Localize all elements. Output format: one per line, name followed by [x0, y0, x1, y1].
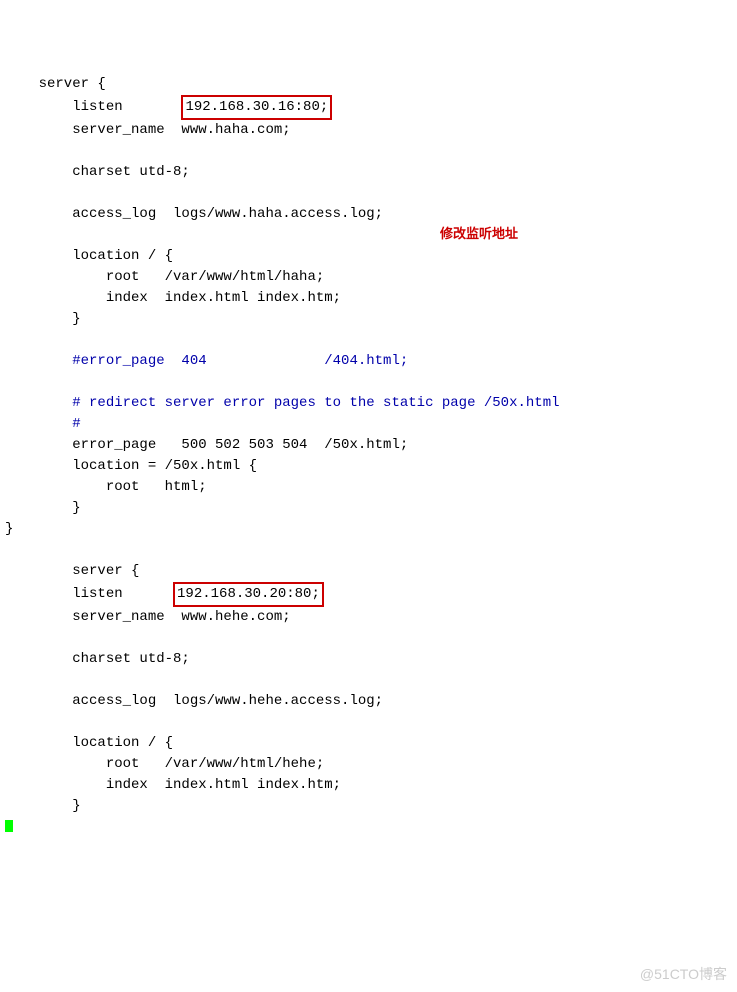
listen-ip-highlight-1: 192.168.30.16:80; — [181, 95, 332, 120]
line-charset2: charset utd-8; — [5, 651, 190, 667]
line-access-log2: access_log logs/www.hehe.access.log; — [5, 693, 383, 709]
line-location-50x-root: root html; — [5, 479, 207, 495]
line-location-index: index index.html index.htm; — [5, 290, 341, 306]
line-charset: charset utd-8; — [5, 164, 190, 180]
line-location2-index: index index.html index.htm; — [5, 777, 341, 793]
cursor-icon — [5, 820, 13, 832]
line-location-root: root /var/www/html/haha; — [5, 269, 324, 285]
line-redirect-comment-2: # — [5, 416, 81, 432]
line-location-50x-open: location = /50x.html { — [5, 458, 257, 474]
line-location-close: } — [5, 311, 81, 327]
line-listen2-key: listen — [5, 586, 173, 602]
listen-ip-highlight-2: 192.168.30.20:80; — [173, 582, 324, 607]
line-redirect-comment-1: # redirect server error pages to the sta… — [5, 395, 560, 411]
line-server-name: server_name www.haha.com; — [5, 122, 291, 138]
line-server2-open: server { — [5, 563, 139, 579]
line-location-50x-close: } — [5, 500, 81, 516]
annotation-label: 修改监听地址 — [440, 223, 518, 242]
line-error-page-comment: #error_page 404 /404.html; — [5, 353, 408, 369]
line-location2-root: root /var/www/html/hehe; — [5, 756, 324, 772]
line-location2-open: location / { — [5, 735, 173, 751]
line-access-log: access_log logs/www.haha.access.log; — [5, 206, 383, 222]
line-error-page: error_page 500 502 503 504 /50x.html; — [5, 437, 408, 453]
line-location-open: location / { — [5, 248, 173, 264]
line-outer-close: } — [5, 521, 13, 537]
line-server2-name: server_name www.hehe.com; — [5, 609, 291, 625]
line-server-open: server { — [5, 76, 106, 92]
code-block: server { listen 192.168.30.16:80; server… — [5, 74, 732, 838]
line-location2-close: } — [5, 798, 81, 814]
line-listen-key: listen — [5, 99, 181, 115]
watermark-label: @51CTO博客 — [640, 964, 727, 984]
